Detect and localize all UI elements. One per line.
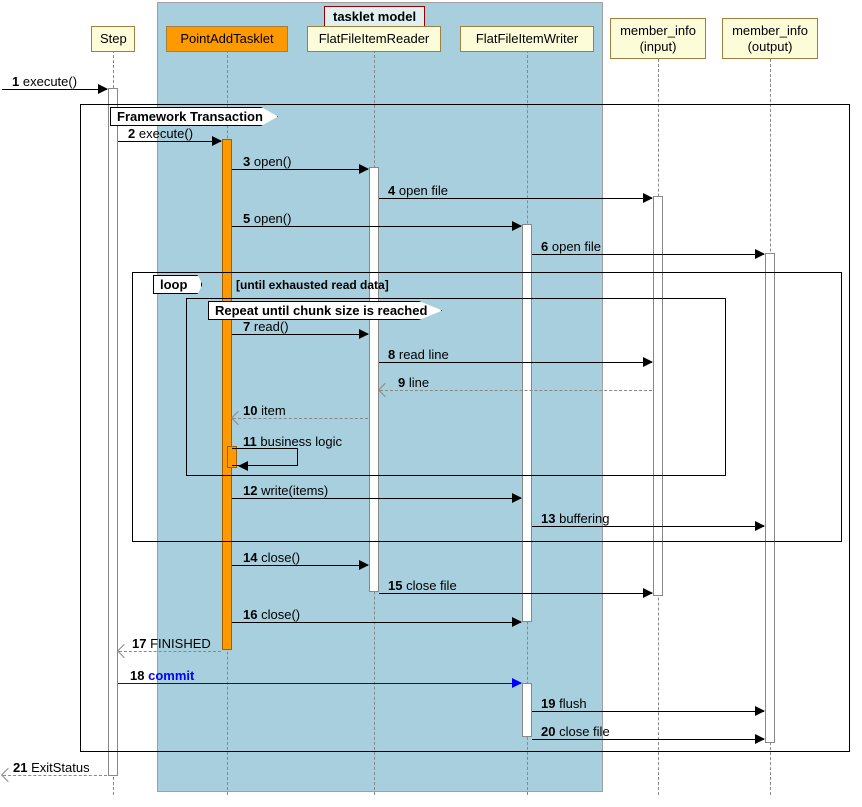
arrow-18 [118, 683, 521, 684]
frame-transaction-label: Framework Transaction [110, 107, 278, 126]
arrow-17 [119, 651, 221, 652]
arrowhead-5 [512, 221, 522, 231]
arrowhead-2 [212, 136, 222, 146]
msg-16: 16 close() [243, 607, 300, 622]
msg-3: 3 open() [243, 154, 291, 169]
arrow-5 [232, 226, 521, 227]
msg-10: 10 item [243, 403, 286, 418]
arrow-4 [379, 198, 652, 199]
msg-9: 9 line [398, 375, 429, 390]
msg-12: 12 write(items) [243, 483, 328, 498]
tasklet-model-title: tasklet model [324, 6, 425, 27]
msg-21: 21 ExitStatus [13, 760, 90, 775]
arrowhead-18 [512, 678, 522, 688]
msg-4: 4 open file [388, 183, 448, 198]
arrowhead-6 [755, 249, 765, 259]
msg-18: 18 commit [130, 668, 194, 683]
msg-8: 8 read line [388, 347, 449, 362]
frame-loop-label: loop [153, 275, 202, 294]
msg-6: 6 open file [541, 239, 601, 254]
arrowhead-19 [755, 706, 765, 716]
msg-13: 13 buffering [541, 511, 609, 526]
arrow-6 [532, 254, 764, 255]
msg-14: 14 close() [243, 550, 300, 565]
participant-output: member_info (output) [722, 18, 818, 59]
arrow-9 [380, 390, 652, 391]
arrowhead-11 [238, 461, 248, 471]
msg-1: 1 execute() [12, 74, 77, 89]
participant-writer: FlatFileItemWriter [460, 26, 594, 52]
msg-11: 11 business logic [243, 434, 342, 449]
arrow-20 [532, 739, 764, 740]
frame-loop-condition: [until exhausted read data] [236, 278, 389, 292]
msg-19: 19 flush [541, 696, 587, 711]
arrowhead-3 [359, 164, 369, 174]
arrowhead-14 [359, 560, 369, 570]
msg-15: 15 close file [388, 578, 457, 593]
arrow-1 [2, 89, 107, 90]
arrowhead-7 [359, 329, 369, 339]
arrow-16 [232, 622, 521, 623]
participant-step: Step [91, 26, 135, 52]
arrowhead-1 [98, 84, 108, 94]
msg-7: 7 read() [243, 319, 289, 334]
arrowhead-12 [512, 493, 522, 503]
participant-reader: FlatFileItemReader [307, 26, 441, 52]
frame-repeat-label: Repeat until chunk size is reached [208, 301, 442, 320]
arrowhead-13 [755, 521, 765, 531]
arrow-14 [232, 565, 368, 566]
arrow-3 [232, 169, 368, 170]
arrowhead-8 [643, 357, 653, 367]
arrow-13 [532, 526, 764, 527]
arrow-10 [233, 418, 368, 419]
arrow-8 [379, 362, 652, 363]
arrowhead-20 [755, 734, 765, 744]
arrowhead-16 [512, 617, 522, 627]
arrow-21 [3, 775, 107, 776]
arrowhead-4 [643, 193, 653, 203]
arrow-2 [118, 141, 221, 142]
participant-tasklet: PointAddTasklet [166, 26, 288, 52]
arrowhead-15 [643, 588, 653, 598]
arrow-19 [532, 711, 764, 712]
msg-20: 20 close file [541, 724, 610, 739]
msg-2: 2 execute() [128, 126, 193, 141]
msg-17: 17 FINISHED [132, 636, 211, 651]
arrow-12 [232, 498, 521, 499]
arrow-7 [232, 334, 368, 335]
arrow-15 [379, 593, 652, 594]
msg-5: 5 open() [243, 211, 291, 226]
participant-input: member_info (input) [610, 18, 706, 59]
